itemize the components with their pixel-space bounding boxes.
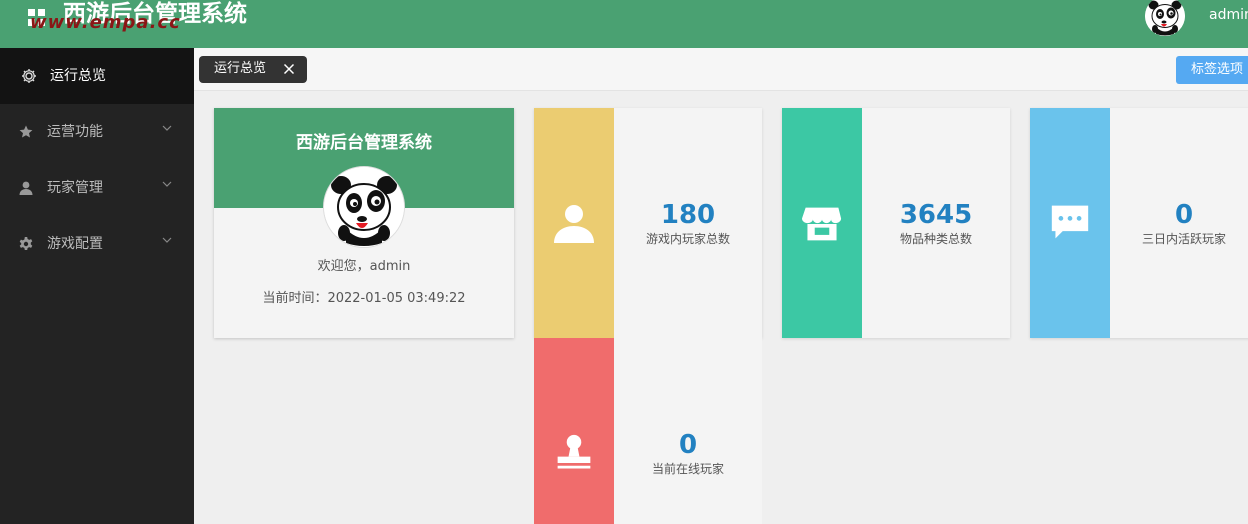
stat-value: 3645 bbox=[899, 200, 973, 230]
user-icon bbox=[554, 205, 594, 243]
stat-label: 物品种类总数 bbox=[899, 232, 972, 246]
stat-card-online-players: 0 当前在线玩家 bbox=[534, 338, 762, 524]
tab-bar: 运行总览 标签选项 bbox=[194, 48, 1248, 91]
chevron-down-icon bbox=[162, 125, 172, 131]
gear-icon bbox=[22, 69, 36, 83]
cog-icon bbox=[19, 237, 33, 250]
stat-value: 180 bbox=[660, 200, 716, 230]
stat-value: 0 bbox=[1174, 200, 1194, 230]
sidebar-item-label: 运营功能 bbox=[47, 124, 103, 140]
chevron-down-icon bbox=[162, 237, 172, 243]
welcome-text: 欢迎您，admin bbox=[317, 259, 411, 274]
stat-color-block bbox=[534, 108, 614, 338]
sidebar-item-label: 游戏配置 bbox=[47, 236, 103, 252]
sidebar: 运行总览 运营功能 玩家管理 游戏配置 bbox=[0, 48, 194, 524]
sidebar-item-label: 运行总览 bbox=[50, 68, 106, 84]
sidebar-item-players[interactable]: 玩家管理 bbox=[0, 160, 194, 216]
star-icon bbox=[19, 125, 33, 138]
profile-title: 西游后台管理系统 bbox=[296, 133, 432, 153]
stat-label: 三日内活跃玩家 bbox=[1141, 232, 1226, 246]
stat-color-block bbox=[1030, 108, 1110, 338]
watermark-text: www.empa.cc bbox=[30, 12, 181, 33]
sidebar-item-label: 玩家管理 bbox=[47, 180, 103, 196]
profile-card: 西游后台管理系统 欢迎您，admin 当前时间：2022-01-05 03:49… bbox=[214, 108, 514, 338]
stat-color-block bbox=[534, 338, 614, 524]
current-time: 当前时间：2022-01-05 03:49:22 bbox=[262, 291, 466, 306]
sidebar-item-game-config[interactable]: 游戏配置 bbox=[0, 216, 194, 272]
tab-label: 运行总览 bbox=[214, 61, 267, 76]
chat-icon bbox=[1051, 205, 1089, 239]
sidebar-item-overview[interactable]: 运行总览 bbox=[0, 48, 194, 104]
stat-label: 游戏内玩家总数 bbox=[645, 232, 730, 246]
stat-card-total-players: 180 游戏内玩家总数 bbox=[534, 108, 762, 338]
stat-card-active-players: 0 三日内活跃玩家 bbox=[1030, 108, 1248, 338]
tab-options-button[interactable]: 标签选项 bbox=[1176, 56, 1248, 84]
user-avatar[interactable] bbox=[1145, 0, 1185, 36]
username-label[interactable]: admin bbox=[1209, 5, 1248, 25]
top-header: 西游后台管理系统 www.empa.cc admin bbox=[0, 0, 1248, 48]
stat-card-item-types: 3645 物品种类总数 bbox=[782, 108, 1010, 338]
stat-value: 0 bbox=[678, 430, 698, 460]
stamp-icon bbox=[557, 434, 591, 469]
stat-label: 当前在线玩家 bbox=[651, 462, 724, 476]
user-icon bbox=[19, 181, 33, 195]
close-icon[interactable] bbox=[283, 63, 295, 75]
profile-avatar bbox=[323, 166, 405, 248]
sidebar-item-operations[interactable]: 运营功能 bbox=[0, 104, 194, 160]
tab-overview[interactable]: 运行总览 bbox=[199, 56, 307, 83]
tab-options-label: 标签选项 bbox=[1191, 62, 1244, 77]
shop-icon bbox=[802, 207, 842, 241]
stat-color-block bbox=[782, 108, 862, 338]
chevron-down-icon bbox=[162, 181, 172, 187]
